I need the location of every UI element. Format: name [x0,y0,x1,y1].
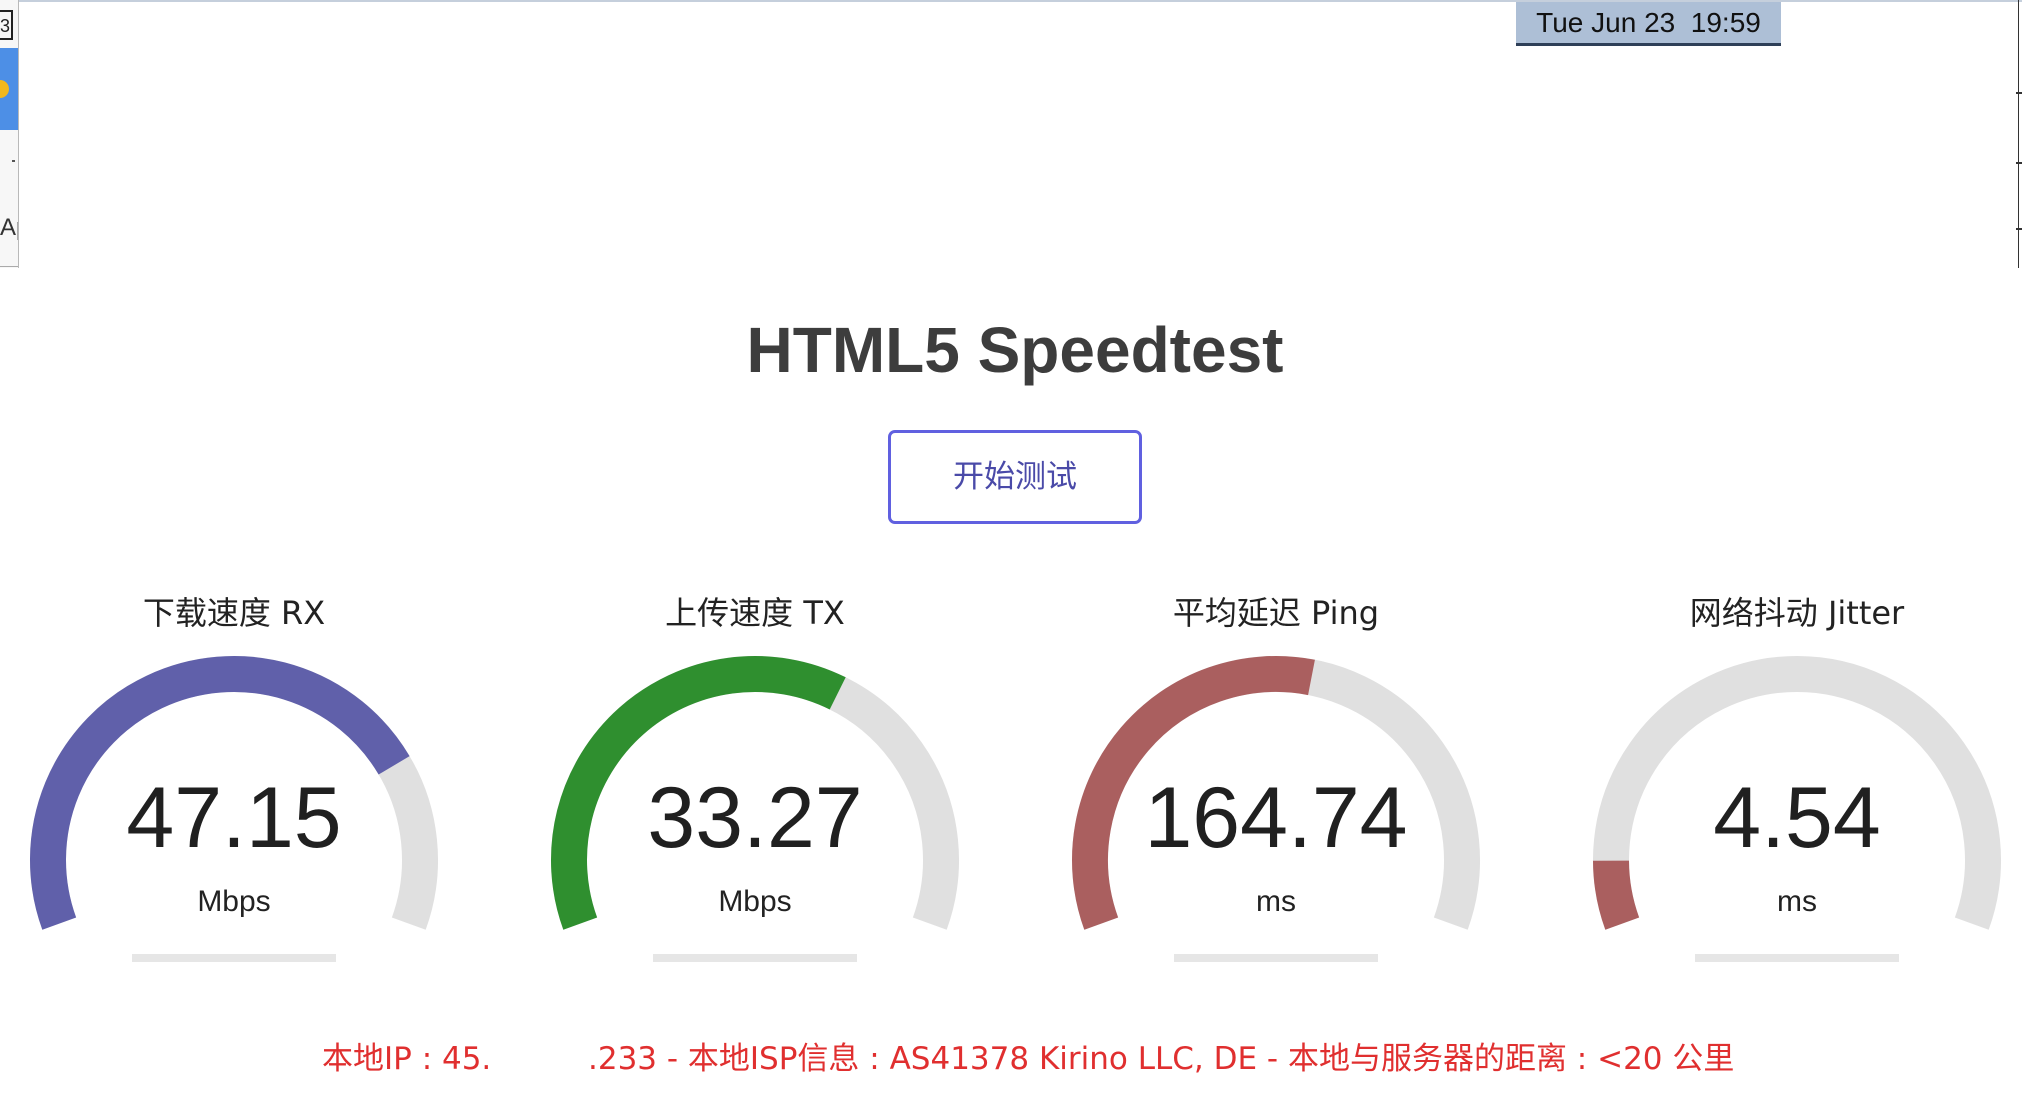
speedtest-page: Tue Jun 23 19:59 3 Ap HTML5 Speedtest 开始… [0,0,2022,1098]
isp-distance-text: .233 - 本地ISP信息 : AS41378 Kirino LLC, DE … [588,1041,1735,1077]
ping-value: 164.74 [1144,770,1408,866]
ping-gauge: 平均延迟 Ping 164.74 ms [1066,590,1486,970]
download-progress-bar [132,954,336,962]
download-gauge-label: 下载速度 RX [142,594,326,632]
download-unit: Mbps [197,885,271,918]
local-ip-text: 本地IP : 45. [322,1041,492,1077]
connection-info: 本地IP : 45. .233 - 本地ISP信息 : AS41378 Kiri… [0,1036,2022,1082]
background-window-edge[interactable]: 3 Ap [0,0,19,268]
jitter-gauge: 网络抖动 Jitter 4.54 ms [1587,590,2007,970]
download-gauge: 下载速度 RX 47.15 Mbps [24,590,444,970]
upload-progress-bar [653,954,857,962]
window-fragment-divider [0,266,18,267]
page-title: HTML5 Speedtest [746,314,1284,386]
ping-progress-bar [1174,954,1378,962]
right-edge-tick [2016,228,2022,230]
jitter-value: 4.54 [1713,770,1881,866]
upload-gauge: 上传速度 TX 33.27 Mbps [545,590,965,970]
right-edge-tick [2016,162,2022,164]
window-fragment-text: Ap [0,214,18,241]
ping-unit: ms [1256,885,1296,918]
jitter-gauge-label: 网络抖动 Jitter [1689,594,1905,632]
upload-value: 33.27 [647,770,863,866]
right-edge-tick [2016,92,2022,94]
start-test-button[interactable]: 开始测试 [888,430,1142,524]
window-fragment-tick [12,160,15,162]
upload-unit: Mbps [718,885,792,918]
ping-gauge-label: 平均延迟 Ping [1172,594,1380,632]
window-fragment-box: 3 [0,10,13,40]
jitter-progress-bar [1695,954,1899,962]
upload-gauge-label: 上传速度 TX [665,594,845,632]
download-value: 47.15 [126,770,342,866]
jitter-unit: ms [1777,885,1817,918]
system-clock[interactable]: Tue Jun 23 19:59 [1516,2,1781,46]
